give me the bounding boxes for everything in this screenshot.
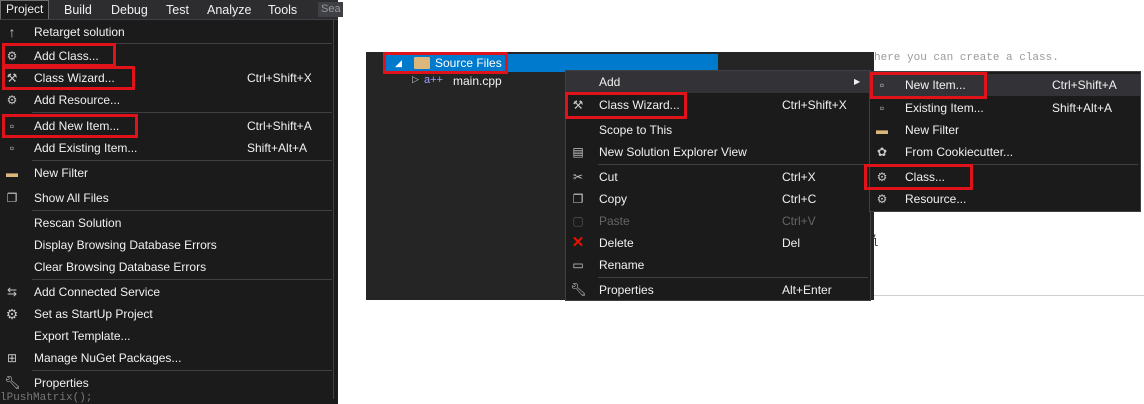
menu-separator [32,370,332,371]
context-item-rename[interactable]: ▭ Rename [566,254,869,276]
menu-separator [598,277,868,278]
menu-separator [32,279,332,280]
paste-icon: ▢ [572,214,584,228]
menu-item-properties[interactable]: 🔧︎ Properties [0,372,336,394]
connected-service-icon: ⇆ [6,285,18,299]
gear-icon: ⚙ [5,306,19,322]
rename-icon: ▭ [572,258,584,272]
arrow-up-icon: ↑ [8,24,16,40]
context-item-copy[interactable]: ❐ Copy Ctrl+C [566,188,869,210]
collapse-arrow-icon[interactable]: ▷ [412,74,419,85]
context-item-add[interactable]: Add ▶ [566,71,869,93]
cookiecutter-icon: ✿ [876,145,888,159]
folder-icon: ▬ [876,123,888,137]
tree-node-main-cpp[interactable]: main.cpp [453,73,502,89]
context-item-paste: ▢ Paste Ctrl+V [566,210,869,232]
menu-separator [32,210,332,211]
cpp-file-icon: a++ [424,74,443,86]
menu-build[interactable]: Build [64,2,92,18]
menu-separator [32,160,332,161]
context-item-new-solution-explorer-view[interactable]: ▤ New Solution Explorer View [566,141,869,163]
existing-item-icon: ▫ [879,101,885,115]
context-item-cut[interactable]: ✂ Cut Ctrl+X [566,166,869,188]
context-item-properties[interactable]: 🔧︎ Properties Alt+Enter [566,279,869,301]
nuget-icon: ⊞ [6,351,18,365]
menu-item-export-template[interactable]: Export Template... [0,325,336,347]
menu-debug[interactable]: Debug [111,2,148,18]
highlight-new-item [870,72,987,99]
menu-item-display-browsing-errors[interactable]: Display Browsing Database Errors [0,234,336,256]
highlight-class-wizard [565,92,687,119]
highlight-add-new-item [2,114,138,138]
add-resource-icon: ⚙ [876,192,888,206]
menu-item-show-all-files[interactable]: ❐ Show All Files [0,187,336,209]
menu-item-add-connected-service[interactable]: ⇆ Add Connected Service [0,281,336,303]
add-resource-icon: ⚙ [6,93,18,107]
menu-item-new-filter[interactable]: ▬ New Filter [0,162,336,184]
show-all-files-icon: ❐ [6,191,18,205]
existing-item-icon: ▫ [9,141,15,155]
wrench-icon: 🔧︎ [4,375,21,390]
highlight-source-files [383,52,508,74]
highlight-class [864,164,973,190]
highlight-add-class [2,43,116,67]
context-item-delete[interactable]: ✕ Delete Del [566,232,869,254]
submenu-item-from-cookiecutter[interactable]: ✿ From Cookiecutter... [870,141,1140,163]
submenu-item-resource[interactable]: ⚙ Resource... [870,188,1140,210]
menu-item-set-startup-project[interactable]: ⚙ Set as StartUp Project [0,303,336,325]
background-code-fragment: l [872,238,879,250]
editor-divider [874,295,1144,296]
copy-icon: ❐ [572,192,584,206]
context-item-scope-to-this[interactable]: Scope to This [566,119,869,141]
menu-separator [32,112,332,113]
menu-project[interactable]: Project [0,0,49,19]
submenu-arrow-icon: ▶ [854,77,861,86]
menu-separator [598,164,868,165]
highlight-class-wizard [2,66,135,90]
menu-item-manage-nuget[interactable]: ⊞ Manage NuGet Packages... [0,347,336,369]
submenu-item-new-filter[interactable]: ▬ New Filter [870,119,1140,141]
background-code: here you can create a class. [874,52,1059,64]
editor-background [874,212,1144,300]
menu-item-rescan-solution[interactable]: Rescan Solution [0,212,336,234]
search-box[interactable]: Sea [318,2,343,17]
code-line: lPushMatrix(); [0,392,93,404]
menu-analyze[interactable]: Analyze [207,2,251,18]
new-view-icon: ▤ [572,145,584,159]
menu-item-clear-browsing-errors[interactable]: Clear Browsing Database Errors [0,256,336,278]
menu-item-retarget-solution[interactable]: ↑ Retarget solution [0,21,336,43]
menu-test[interactable]: Test [166,2,189,18]
submenu-item-existing-item[interactable]: ▫ Existing Item... Shift+Alt+A [870,97,1140,119]
scissors-icon: ✂ [572,170,584,184]
menu-item-add-existing-item[interactable]: ▫ Add Existing Item... Shift+Alt+A [0,137,336,159]
menu-item-add-resource[interactable]: ⚙ Add Resource... [0,89,336,111]
menu-tools[interactable]: Tools [268,2,297,18]
wrench-icon: 🔧︎ [570,282,587,297]
folder-icon: ▬ [6,166,18,180]
delete-icon: ✕ [571,234,585,251]
